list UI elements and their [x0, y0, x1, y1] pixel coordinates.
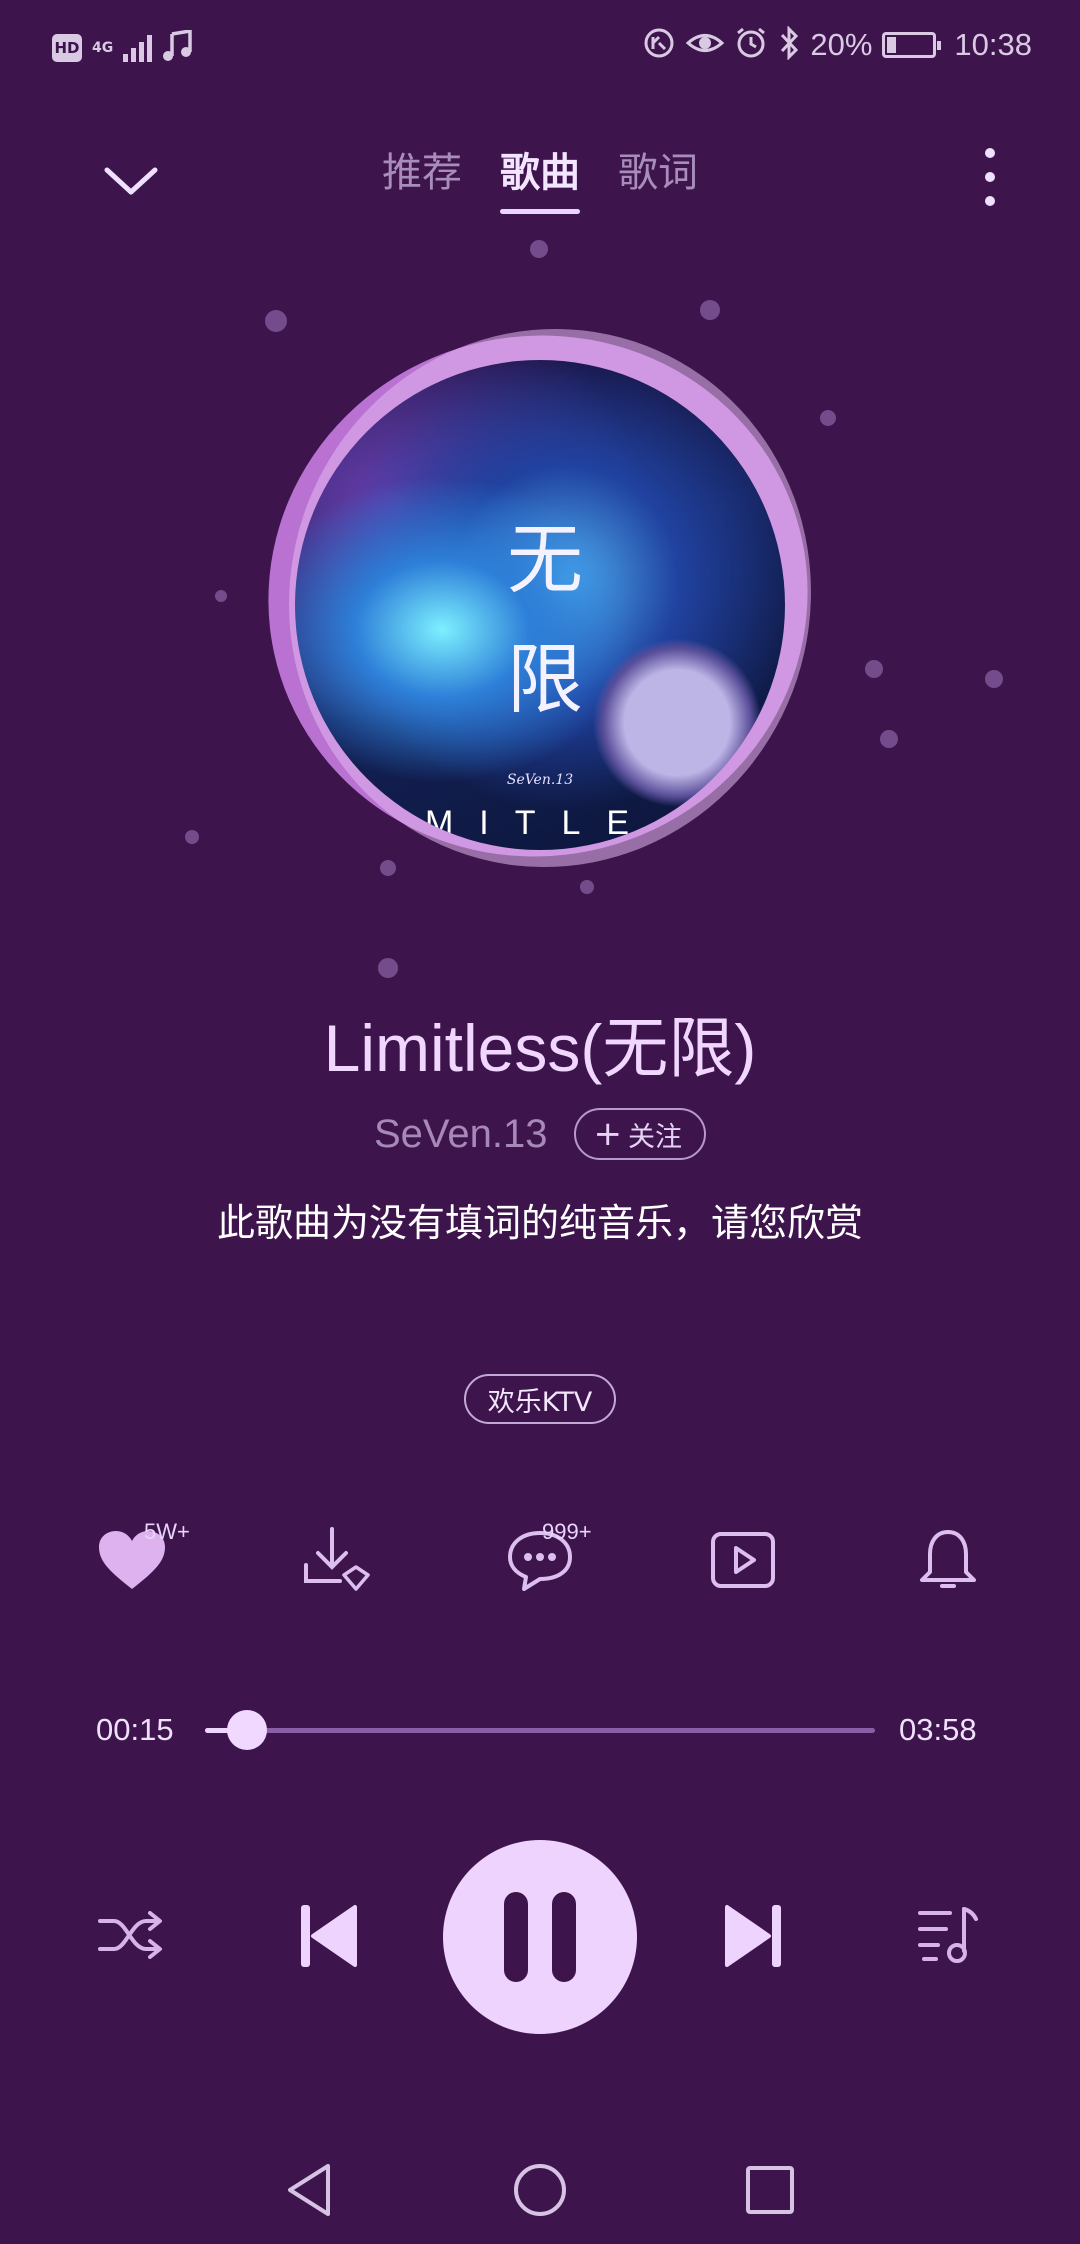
music-player-screen: HD 4G 20% 10:38 推荐 歌曲 歌词 无 限 SeVen.13 MI…	[0, 0, 1080, 2244]
nav-recents-button[interactable]	[740, 2160, 800, 2220]
like-button[interactable]: 5W+	[92, 1519, 190, 1595]
shuffle-button[interactable]	[96, 1900, 166, 1970]
video-button[interactable]	[703, 1525, 783, 1595]
comment-count: 999+	[542, 1519, 592, 1544]
playback-controls	[0, 1840, 1080, 2036]
like-count: 5W+	[144, 1519, 190, 1544]
progress-track[interactable]	[205, 1710, 875, 1750]
action-row: 5W+ 999+	[0, 1519, 1080, 1595]
home-circle-icon	[514, 2164, 566, 2216]
elapsed-time: 00:15	[96, 1712, 174, 1747]
tab-song[interactable]: 歌曲	[500, 140, 580, 218]
alarm-icon	[734, 26, 768, 64]
bluetooth-icon	[778, 25, 800, 64]
download-icon	[304, 1527, 370, 1591]
album-cover: 无 限 SeVen.13 MITLE	[295, 360, 785, 850]
tab-recommend[interactable]: 推荐	[382, 140, 462, 218]
particle	[700, 300, 720, 320]
previous-button[interactable]	[290, 1896, 368, 1976]
shuffle-icon	[98, 1911, 162, 1959]
pause-icon	[492, 1892, 588, 1982]
battery-charging-icon	[882, 32, 942, 58]
battery-percent: 20%	[810, 27, 873, 62]
network-type: 4G	[92, 40, 114, 56]
album-cover-artist: SeVen.13	[506, 772, 574, 788]
system-nav-bar	[0, 2150, 1080, 2230]
particle	[865, 660, 883, 678]
particle	[215, 590, 227, 602]
follow-label: 关注	[628, 1121, 682, 1153]
ktv-button[interactable]: 欢乐KTV	[464, 1374, 616, 1424]
song-title: Limitless(无限)	[323, 1011, 757, 1085]
progress-row: 00:15 03:58	[0, 1700, 1080, 1760]
playlist-button[interactable]	[912, 1896, 982, 1972]
next-icon	[725, 1905, 781, 1967]
more-vertical-icon	[985, 148, 995, 206]
lyric-note: 此歌曲为没有填词的纯音乐，请您欣赏	[216, 1201, 863, 1245]
tab-bar: 推荐 歌曲 歌词	[0, 140, 1080, 218]
music-note-icon	[162, 28, 192, 66]
back-triangle-icon	[288, 2164, 330, 2216]
particle	[985, 670, 1003, 688]
recents-square-icon	[746, 2166, 794, 2214]
next-button[interactable]	[714, 1896, 792, 1976]
particle	[530, 240, 548, 258]
progress-thumb[interactable]	[227, 1710, 268, 1750]
particle	[820, 410, 836, 426]
nav-home-button[interactable]	[510, 2160, 570, 2220]
album-cover-title: 无 限	[507, 515, 583, 724]
comment-button[interactable]: 999+	[500, 1519, 592, 1595]
eye-comfort-icon	[686, 28, 725, 62]
particle	[880, 730, 898, 748]
status-right: 20% 10:38	[642, 25, 1032, 64]
data-saver-icon	[642, 26, 676, 64]
status-left: HD 4G	[52, 28, 192, 66]
particle	[580, 880, 594, 894]
particle	[378, 958, 398, 978]
follow-button[interactable]: + 关注	[573, 1108, 706, 1160]
album-art[interactable]: 无 限 SeVen.13 MITLE	[219, 260, 881, 936]
nav-back-button[interactable]	[280, 2160, 340, 2220]
ringtone-button[interactable]	[908, 1525, 988, 1595]
artist-row: SeVen.13 + 关注	[0, 1108, 1080, 1160]
bell-icon	[920, 1530, 976, 1588]
pause-button[interactable]	[443, 1840, 637, 2034]
particle	[185, 830, 199, 844]
playlist-icon	[918, 1907, 978, 1963]
particle	[265, 310, 287, 332]
particle	[380, 860, 396, 876]
video-icon	[711, 1532, 775, 1588]
previous-icon	[301, 1905, 357, 1967]
clock: 10:38	[954, 27, 1032, 62]
album-cover-banner: MITLE	[424, 804, 656, 842]
more-button[interactable]	[970, 142, 1010, 212]
download-button[interactable]	[296, 1525, 376, 1595]
tab-lyrics[interactable]: 歌词	[618, 140, 698, 218]
artist-name[interactable]: SeVen.13	[374, 1112, 548, 1157]
status-bar: HD 4G 20% 10:38	[0, 0, 1080, 100]
signal-icon	[123, 34, 153, 62]
player-header: 推荐 歌曲 歌词	[0, 130, 1080, 230]
total-time: 03:58	[899, 1712, 977, 1747]
hd-badge: HD	[52, 34, 82, 62]
plus-icon: +	[593, 1114, 623, 1154]
